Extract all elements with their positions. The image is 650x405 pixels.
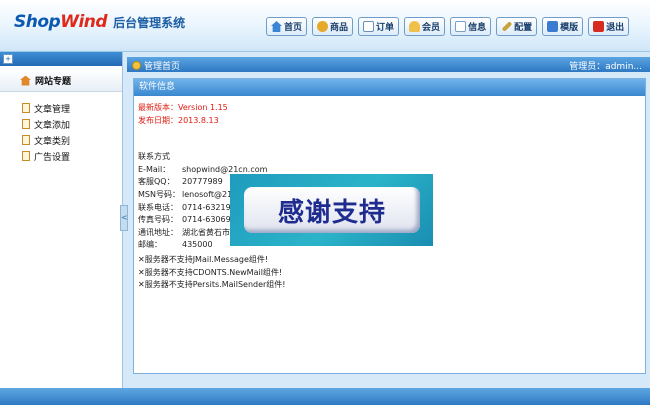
content-header-bar: 管理首页 管理员：admin...: [127, 57, 650, 72]
document-icon: [22, 119, 30, 129]
template-icon: [547, 21, 559, 32]
sidebar-toggle-button[interactable]: +: [3, 54, 13, 64]
template-button[interactable]: 模版: [542, 17, 584, 36]
warning-persits: ✕服务器不支持Persits.MailSender组件!: [138, 280, 286, 290]
logo[interactable]: ShopWind 后台管理系统: [14, 12, 185, 32]
logo-shop-text: Shop: [14, 12, 61, 32]
member-icon: [409, 21, 421, 32]
sidebar-item-article-category[interactable]: 文章类别: [0, 132, 122, 148]
panel-title: 软件信息: [134, 79, 645, 96]
contact-title: 联系方式: [138, 152, 170, 162]
logo-subtitle: 后台管理系统: [113, 16, 186, 30]
sidebar-header: +: [0, 52, 122, 66]
sidebar: + 网站专题 文章管理 文章添加 文章类别 广告设置: [0, 52, 123, 388]
sidebar-item-article-add[interactable]: 文章添加: [0, 116, 122, 132]
breadcrumb: 管理首页: [132, 59, 180, 72]
footer-bar: [0, 388, 650, 405]
document-icon: [22, 135, 30, 145]
logout-button[interactable]: 退出: [588, 17, 630, 36]
config-button[interactable]: 配置: [496, 17, 538, 36]
goods-button[interactable]: 商品: [312, 17, 354, 36]
home-button[interactable]: 首页: [266, 17, 308, 36]
latest-version: 最新版本：Version 1.15: [138, 103, 228, 112]
sidebar-item-article-manage[interactable]: 文章管理: [0, 100, 122, 116]
thanks-banner-text: 感谢支持: [244, 187, 420, 233]
config-icon: [501, 21, 513, 32]
admin-label: 管理员：admin...: [569, 62, 642, 72]
sidebar-item-ad-settings[interactable]: 广告设置: [0, 148, 122, 164]
member-button[interactable]: 会员: [404, 17, 446, 36]
document-icon: [22, 151, 30, 161]
release-date: 发布日期：2013.8.13: [138, 115, 219, 125]
header: ShopWind 后台管理系统 首页 商品 订单 会员 信息 配置 模版 退出: [0, 0, 650, 52]
sidebar-collapse-handle[interactable]: <: [120, 205, 128, 231]
home-icon: [271, 21, 282, 32]
logo-wind-text: Wind: [60, 12, 108, 32]
top-toolbar: 首页 商品 订单 会员 信息 配置 模版 退出: [266, 17, 634, 36]
warning-cdonts: ✕服务器不支持CDONTS.NewMail组件!: [138, 267, 283, 277]
sidebar-section-title[interactable]: 网站专题: [0, 70, 122, 92]
goods-icon: [317, 21, 329, 32]
logout-icon: [593, 21, 605, 32]
home-icon: [20, 75, 31, 86]
order-button[interactable]: 订单: [358, 17, 400, 36]
warning-jmail: ✕服务器不支持JMail.Message组件!: [138, 254, 269, 264]
thanks-banner: 感谢支持: [230, 174, 433, 246]
document-icon: [22, 103, 30, 113]
breadcrumb-label[interactable]: 管理首页: [144, 59, 180, 72]
sidebar-list: 文章管理 文章添加 文章类别 广告设置: [0, 92, 122, 164]
order-icon: [363, 21, 375, 32]
info-icon: [455, 21, 467, 32]
breadcrumb-icon: [132, 61, 141, 70]
info-button[interactable]: 信息: [450, 17, 492, 36]
